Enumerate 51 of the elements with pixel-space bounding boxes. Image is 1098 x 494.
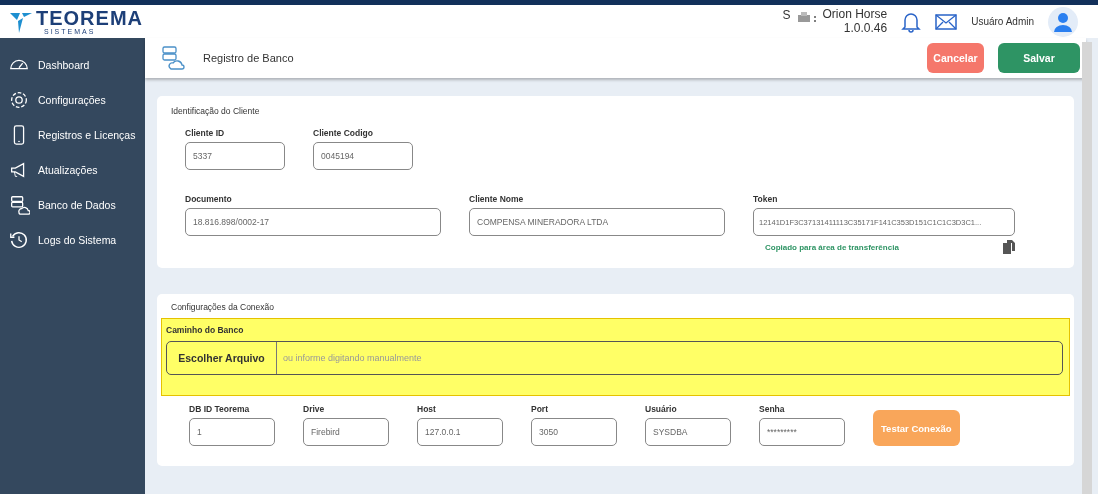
field-label: Documento (185, 194, 233, 204)
field-label: Token (753, 194, 779, 204)
input-field[interactable]: 0045194 (313, 142, 413, 170)
placeholder-text: ou informe digitando manualmente (282, 353, 422, 363)
sidebar-item[interactable]: Dashboard (0, 52, 145, 78)
app-version: 1.0.0.46 (843, 21, 888, 35)
field-label: Cliente Nome (469, 194, 525, 204)
input-field[interactable]: Firebird (303, 418, 389, 446)
gear-icon (8, 89, 30, 111)
database-icon (8, 194, 30, 216)
choose-file-button[interactable]: Escolher Arquivo (167, 342, 277, 374)
mail-icon[interactable] (935, 13, 958, 30)
copy-icon[interactable] (1003, 240, 1015, 254)
field-label: Cliente ID (185, 128, 226, 138)
app-prefix: S (782, 8, 791, 23)
user-name[interactable]: Usuáro Admin (971, 16, 1034, 27)
field-label: Caminho do Banco (166, 325, 245, 335)
input-field[interactable]: 127.0.0.1 (417, 418, 503, 446)
sidebar-item[interactable]: Logs do Sistema (0, 227, 145, 253)
input-field[interactable]: 3050 (531, 418, 617, 446)
section-title: Identificação do Cliente (171, 106, 261, 116)
notification-bell-icon[interactable] (901, 10, 922, 33)
sidebar-item[interactable]: Atualizações (0, 157, 145, 183)
copied-message: Copiado para área de transferência (765, 242, 899, 252)
page-title: Registro de Banco (203, 52, 294, 64)
section-title: Configurações da Conexão (170, 302, 275, 312)
input-field[interactable]: 18.816.898/0002-17 (185, 208, 441, 236)
field-label: Host (417, 404, 437, 414)
history-icon (8, 229, 30, 251)
app-name: Orion Horse (822, 8, 888, 22)
field-label: Port (531, 404, 549, 414)
input-field[interactable]: SYSDBA (645, 418, 731, 446)
sidebar-item[interactable]: Configurações (0, 87, 145, 113)
input-field[interactable]: 1 (189, 418, 275, 446)
field-label: Drive (303, 404, 326, 414)
path-field[interactable]: Escolher Arquivo ou informe digitando manualmente (166, 341, 1063, 375)
field-label: Senha (759, 404, 786, 414)
logo-icon (10, 10, 32, 33)
field-label: Usuário (645, 404, 678, 414)
sidebar-item[interactable]: Registros e Licenças (0, 122, 145, 148)
save-button[interactable]: Salvar (998, 43, 1080, 73)
avatar-icon[interactable] (1048, 6, 1078, 37)
database-icon (161, 45, 185, 71)
brand-name: TEOREMA (36, 8, 143, 28)
scrollbar[interactable] (1082, 42, 1092, 494)
input-field[interactable]: COMPENSA MINERADORA LTDA (469, 208, 725, 236)
field-label: DB ID Teorema (189, 404, 251, 414)
sidebar-item[interactable]: Banco de Dados (0, 192, 145, 218)
input-field[interactable]: ********* (759, 418, 845, 446)
input-field[interactable]: 5337 (185, 142, 285, 170)
field-label: Cliente Codigo (313, 128, 374, 138)
